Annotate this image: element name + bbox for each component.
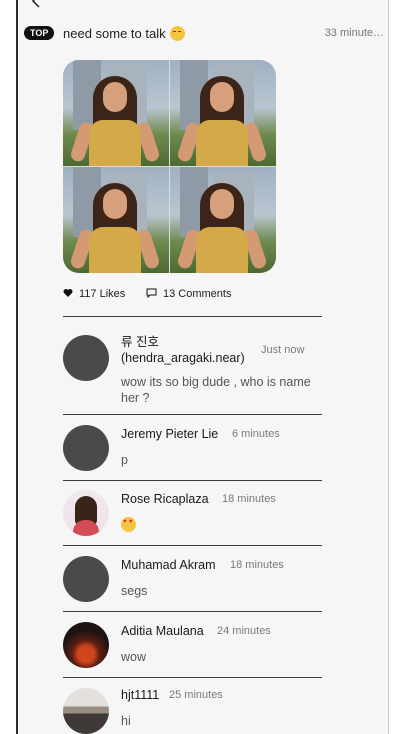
divider: [63, 480, 322, 481]
comment-author[interactable]: Muhamad Akram: [121, 558, 215, 572]
top-badge: TOP: [24, 26, 55, 40]
post-photo-4[interactable]: [170, 167, 276, 273]
comment-author[interactable]: Jeremy Pieter Lie: [121, 427, 218, 441]
avatar[interactable]: [63, 425, 109, 471]
comment-author[interactable]: Rose Ricaplaza: [121, 492, 209, 506]
sad-face-emoji-icon: [169, 26, 185, 41]
comment-text: hi: [121, 714, 131, 728]
post-detail-panel: TOP need some to talk 33 minute… 117 Lik…: [18, 0, 388, 734]
avatar[interactable]: [63, 490, 109, 536]
comment-author[interactable]: hjt1111: [121, 688, 159, 702]
post-header: TOP need some to talk 33 minute…: [24, 24, 386, 44]
avatar[interactable]: [63, 335, 109, 381]
comment-text: segs: [121, 584, 148, 598]
divider: [63, 677, 322, 678]
avatar[interactable]: [63, 622, 109, 668]
post-title-text: need some to talk: [63, 26, 166, 41]
post-title: need some to talk: [63, 26, 185, 42]
comment-time: 6 minutes: [232, 428, 280, 440]
comment-text: p: [121, 453, 128, 467]
comment-text: wow its so big dude , who is name her ?: [121, 375, 311, 405]
comment-time: 25 minutes: [169, 689, 223, 701]
back-arrow-icon[interactable]: [30, 0, 44, 8]
comment-time: 18 minutes: [230, 559, 284, 571]
comment-icon: [146, 288, 157, 298]
comment-time: 24 minutes: [217, 625, 271, 637]
comment-time: 18 minutes: [222, 493, 276, 505]
divider: [63, 545, 322, 546]
post-timestamp: 33 minute…: [324, 27, 384, 39]
comments-button[interactable]: 13 Comments: [146, 288, 231, 300]
comment-time: Just now: [261, 344, 305, 356]
comments-count: 13 Comments: [163, 288, 232, 300]
post-photo-2[interactable]: [170, 60, 276, 166]
likes-button[interactable]: 117 Likes: [63, 288, 125, 300]
post-photo-1[interactable]: [63, 60, 169, 166]
heart-eyes-emoji-icon: [121, 517, 136, 532]
divider: [63, 414, 322, 415]
divider: [63, 316, 322, 317]
comment-author[interactable]: Aditia Maulana: [121, 624, 204, 638]
right-window-edge: [388, 0, 409, 734]
post-photo-grid[interactable]: [63, 60, 276, 273]
likes-count: 117 Likes: [79, 288, 126, 300]
heart-icon: [63, 289, 73, 297]
avatar[interactable]: [63, 688, 109, 734]
divider: [63, 611, 322, 612]
post-photo-3[interactable]: [63, 167, 169, 273]
comment-author[interactable]: 류 진호 (hendra_aragaki.near): [121, 334, 245, 366]
comment-text: wow: [121, 650, 147, 664]
avatar[interactable]: [63, 556, 109, 602]
left-window-edge: [0, 0, 18, 734]
